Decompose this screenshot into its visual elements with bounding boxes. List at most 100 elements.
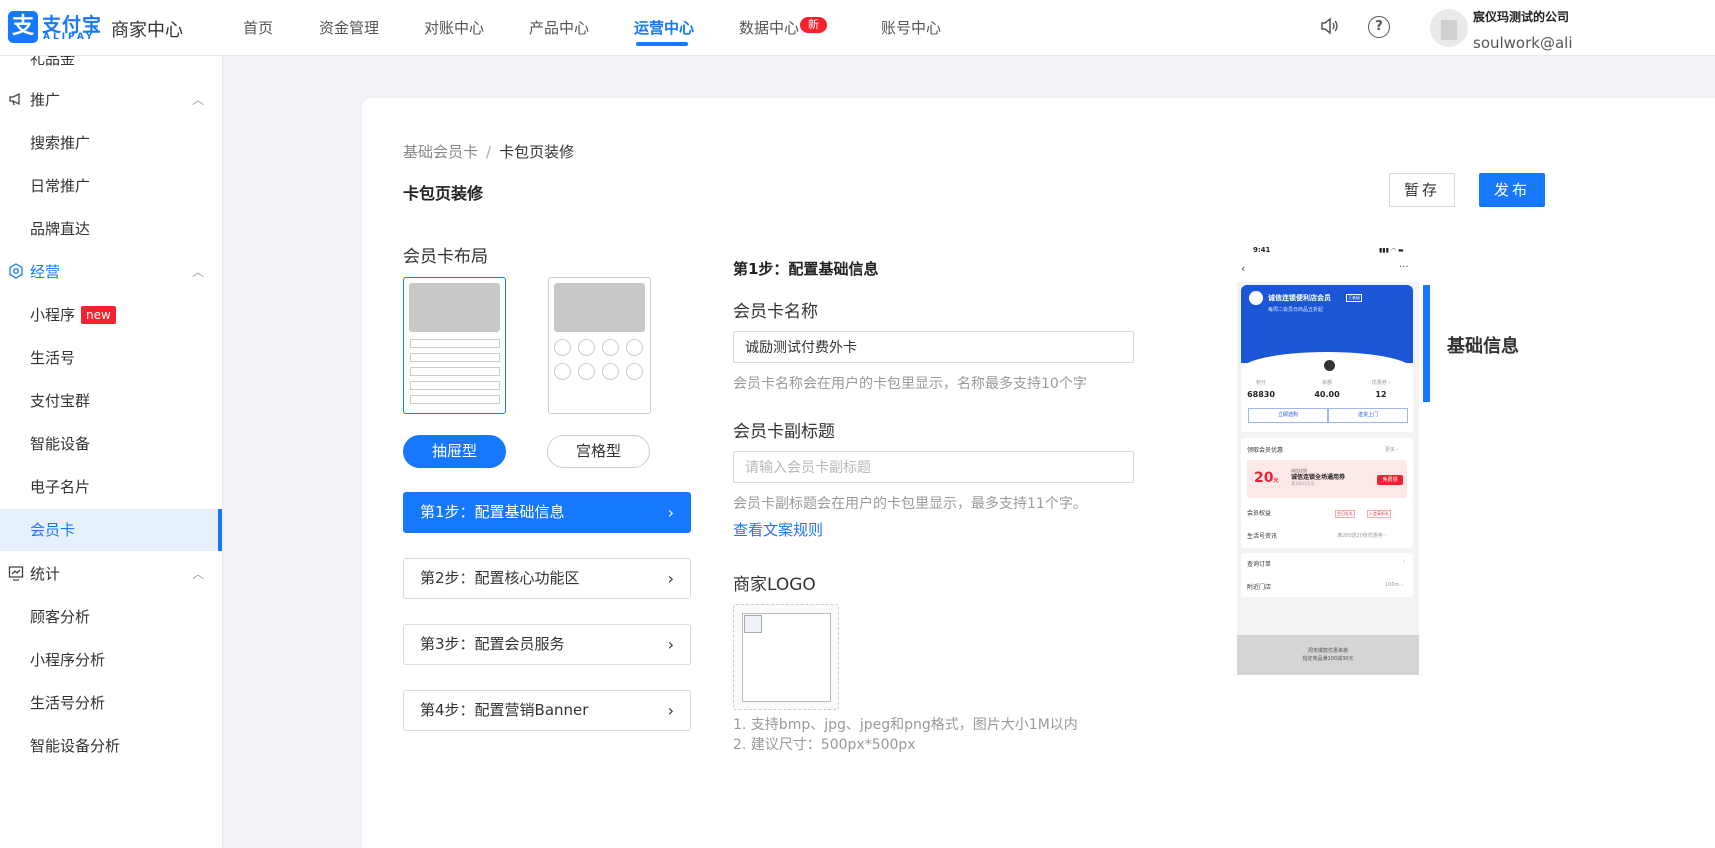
chevron-right-icon: › — [667, 701, 674, 720]
step-3-button[interactable]: 第3步：配置会员服务 › — [403, 624, 691, 665]
preview-coupon-title: 领取会员优惠 — [1247, 447, 1284, 454]
chevron-up-icon: ︿ — [192, 265, 205, 279]
banner-line-2: 指定商品满100减30元 — [1302, 656, 1354, 662]
card-subtitle-hint: 会员卡副标题会在用户的卡包里显示，最多支持11个字。 — [733, 496, 1087, 512]
preview-card-subtitle: 每周二会员日商品五折起 — [1268, 307, 1324, 313]
preview-coupon-amount: 20元 — [1254, 470, 1279, 486]
page-title: 卡包页装修 — [403, 184, 484, 203]
card-name-input[interactable] — [733, 331, 1134, 363]
sidebar-item-brand-direct[interactable]: 品牌直达 — [0, 208, 222, 250]
thumbnail-row — [410, 395, 500, 404]
sidebar-group-operations[interactable]: 经营 ︿ — [0, 251, 222, 293]
nav-data[interactable]: 数据中心 — [739, 17, 799, 38]
sidebar-item-customer-analysis[interactable]: 顾客分析 — [0, 596, 222, 638]
layout-drawer-thumbnail[interactable] — [403, 277, 506, 414]
sidebar-group-stats[interactable]: 统计 ︿ — [0, 553, 222, 595]
sidebar-item-label: 小程序 — [30, 306, 76, 324]
hexagon-icon — [7, 263, 25, 281]
preview-benefit-tag: 生日礼礼 — [1335, 510, 1355, 518]
sidebar-item-member-card[interactable]: 会员卡 — [0, 509, 222, 551]
logo-upload[interactable] — [733, 604, 839, 710]
signal-icon: ▮▮▮ ◠ ▬ — [1379, 247, 1404, 254]
preview-nearby: 附近门店 — [1247, 584, 1272, 591]
preview-stat-label: 优惠券 › — [1371, 380, 1391, 386]
banner-line-1: 周末爆款优惠来袭 — [1307, 648, 1348, 654]
chevron-right-icon: › — [667, 503, 674, 522]
sidebar-item-miniapp-analysis[interactable]: 小程序分析 — [0, 639, 222, 681]
user-email: soulwork@ali — [1473, 34, 1573, 52]
nav-funds[interactable]: 资金管理 — [319, 17, 379, 38]
sidebar-item-alipay-group[interactable]: 支付宝群 — [0, 380, 222, 422]
nav-home[interactable]: 首页 — [243, 17, 273, 38]
publish-button[interactable]: 发布 — [1479, 173, 1545, 207]
sidebar-item-partial[interactable]: 礼品金 — [0, 56, 222, 80]
sidebar-group-promotion[interactable]: 推广 ︿ — [0, 79, 222, 121]
form-step-title: 第1步：配置基础信息 — [733, 260, 879, 278]
preview-card-name: 诚信连锁便利店会员 — [1268, 294, 1331, 302]
back-arrow-icon: ‹ — [1241, 262, 1246, 275]
card-name-label: 会员卡名称 — [733, 302, 818, 322]
sidebar-group-label: 统计 — [30, 565, 61, 583]
avatar[interactable] — [1430, 9, 1468, 47]
speaker-icon[interactable] — [1318, 16, 1340, 38]
coupon-amount: 20 — [1254, 470, 1274, 486]
sidebar-item-ecard[interactable]: 电子名片 — [0, 466, 222, 508]
sidebar-item-search-promo[interactable]: 搜索推广 — [0, 122, 222, 164]
sidebar-item-miniapp[interactable]: 小程序 new — [0, 294, 222, 336]
nav-account[interactable]: 账号中心 — [881, 17, 941, 38]
thumbnail-dot — [578, 339, 595, 356]
breadcrumb-link[interactable]: 基础会员卡 — [403, 143, 478, 161]
preview-coupon-button: 免费领 — [1377, 475, 1403, 485]
preview-delivery-button: 送货上门 — [1328, 408, 1408, 423]
nav-products[interactable]: 产品中心 — [529, 17, 589, 38]
preview-banner-text: 周末爆款优惠来袭 指定商品满100减30元 — [1237, 647, 1419, 663]
thumbnail-row — [410, 381, 500, 390]
user-company: 宸仪玛测试的公司 — [1473, 10, 1570, 24]
thumbnail-dot — [626, 363, 643, 380]
megaphone-icon — [7, 91, 25, 109]
chevron-right-icon: › — [667, 635, 674, 654]
sidebar-item-label: 小程序分析 — [30, 651, 106, 669]
sidebar-item-label: 日常推广 — [30, 177, 91, 195]
preview-stat-value: 68830 — [1247, 390, 1275, 399]
preview-time: 9:41 — [1253, 246, 1271, 254]
preview-buy-button: 立即选购 — [1248, 408, 1328, 423]
help-icon[interactable]: ? — [1368, 16, 1390, 38]
step-2-button[interactable]: 第2步：配置核心功能区 › — [403, 558, 691, 599]
alipay-logo-icon[interactable]: 支 — [8, 11, 38, 43]
sidebar-item-daily-promo[interactable]: 日常推广 — [0, 165, 222, 207]
sidebar-item-smart-device[interactable]: 智能设备 — [0, 423, 222, 465]
sidebar-item-label: 顾客分析 — [30, 608, 91, 626]
sidebar-item-label: 搜索推广 — [30, 134, 91, 152]
preview-orders: 查询订单 — [1247, 561, 1272, 568]
sidebar-group-label: 经营 — [30, 263, 61, 281]
chevron-right-icon: › — [1403, 559, 1405, 565]
sidebar-item-lifestyle[interactable]: 生活号 — [0, 337, 222, 379]
thumbnail-dot — [578, 363, 595, 380]
sidebar-item-label: 生活号 — [30, 349, 76, 367]
step-1-button[interactable]: 第1步：配置基础信息 › — [403, 492, 691, 533]
sidebar-item-label: 电子名片 — [30, 478, 91, 496]
step-4-button[interactable]: 第4步：配置营销Banner › — [403, 690, 691, 731]
logo-label: 商家LOGO — [733, 575, 816, 595]
thumbnail-row — [410, 339, 500, 348]
layout-grid-button[interactable]: 宫格型 — [547, 435, 650, 468]
nav-reconciliation[interactable]: 对账中心 — [424, 17, 484, 38]
chevron-right-icon: › — [667, 569, 674, 588]
sidebar-item-label: 品牌直达 — [30, 220, 91, 238]
thumbnail-image — [409, 283, 500, 332]
card-subtitle-input[interactable] — [733, 451, 1134, 483]
chevron-up-icon: ︿ — [192, 93, 205, 107]
save-draft-button[interactable]: 暂存 — [1389, 173, 1455, 207]
preview-coupon-name: 诚信连锁全场通用券 — [1291, 474, 1346, 481]
copy-rules-link[interactable]: 查看文案规则 — [733, 519, 823, 540]
sidebar-item-label: 支付宝群 — [30, 392, 91, 410]
nav-operations[interactable]: 运营中心 — [634, 17, 694, 38]
layout-drawer-button[interactable]: 抽屉型 — [403, 435, 506, 468]
layout-grid-thumbnail[interactable] — [548, 277, 651, 414]
sidebar-item-lifestyle-analysis[interactable]: 生活号分析 — [0, 682, 222, 724]
app-title[interactable]: 商家中心 — [111, 16, 183, 42]
step-label: 第2步：配置核心功能区 — [420, 569, 580, 587]
preview-benefit-tag: 入会享折礼 — [1367, 510, 1391, 518]
sidebar-item-device-analysis[interactable]: 智能设备分析 — [0, 725, 222, 767]
